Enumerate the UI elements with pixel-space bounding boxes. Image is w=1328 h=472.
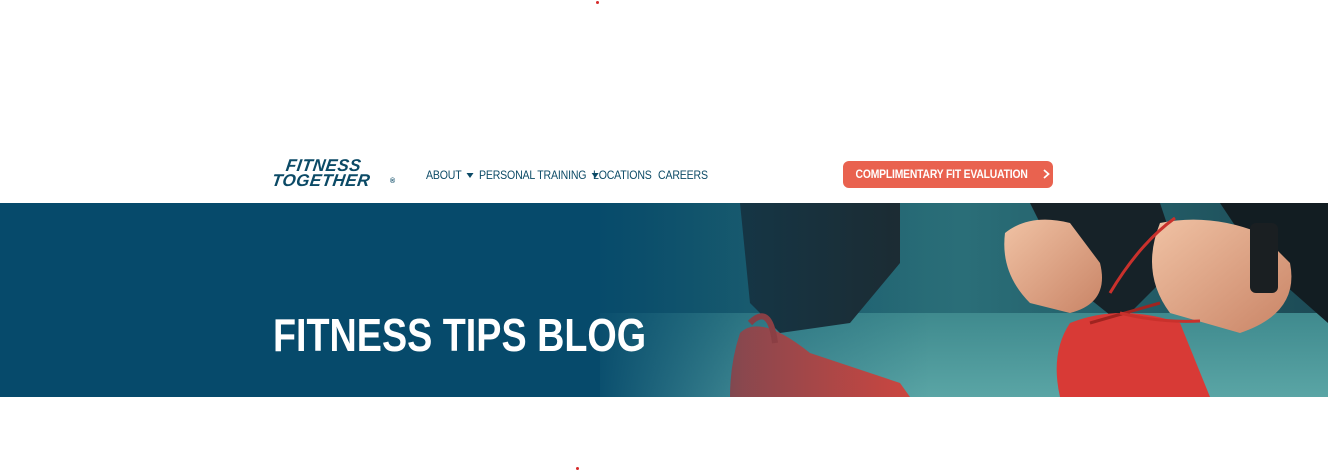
page: FITNESS TOGETHER ® ABOUT PERSONAL TRAINI… [0,0,1328,472]
nav-item-label: CAREERS [658,168,708,182]
runner-tying-shoe-image [600,203,1328,397]
nav-item-about[interactable]: ABOUT [426,168,474,182]
nav-item-label: ABOUT [426,168,462,182]
nav-item-careers[interactable]: CAREERS [658,168,708,182]
nav-item-label: LOCATIONS [593,168,652,182]
logo-line-2: TOGETHER [270,171,372,190]
logo-trademark: ® [390,178,396,185]
nav-item-label: PERSONAL TRAINING [479,168,587,182]
caret-down-icon [466,173,474,178]
fitness-together-logo[interactable]: FITNESS TOGETHER ® [270,156,396,192]
site-header: FITNESS TOGETHER ® ABOUT PERSONAL TRAINI… [0,147,1328,203]
chevron-right-icon [1043,167,1050,182]
decorative-dot [576,467,579,470]
nav-item-personal-training[interactable]: PERSONAL TRAINING [479,168,599,182]
nav-item-locations[interactable]: LOCATIONS [593,168,652,182]
hero-banner: FITNESS TIPS BLOG [0,203,1328,397]
cta-label: COMPLIMENTARY FIT EVALUATION [855,168,1028,181]
decorative-dot [596,1,599,4]
page-title: FITNESS TIPS BLOG [273,308,647,361]
complimentary-fit-evaluation-button[interactable]: COMPLIMENTARY FIT EVALUATION [843,161,1053,188]
